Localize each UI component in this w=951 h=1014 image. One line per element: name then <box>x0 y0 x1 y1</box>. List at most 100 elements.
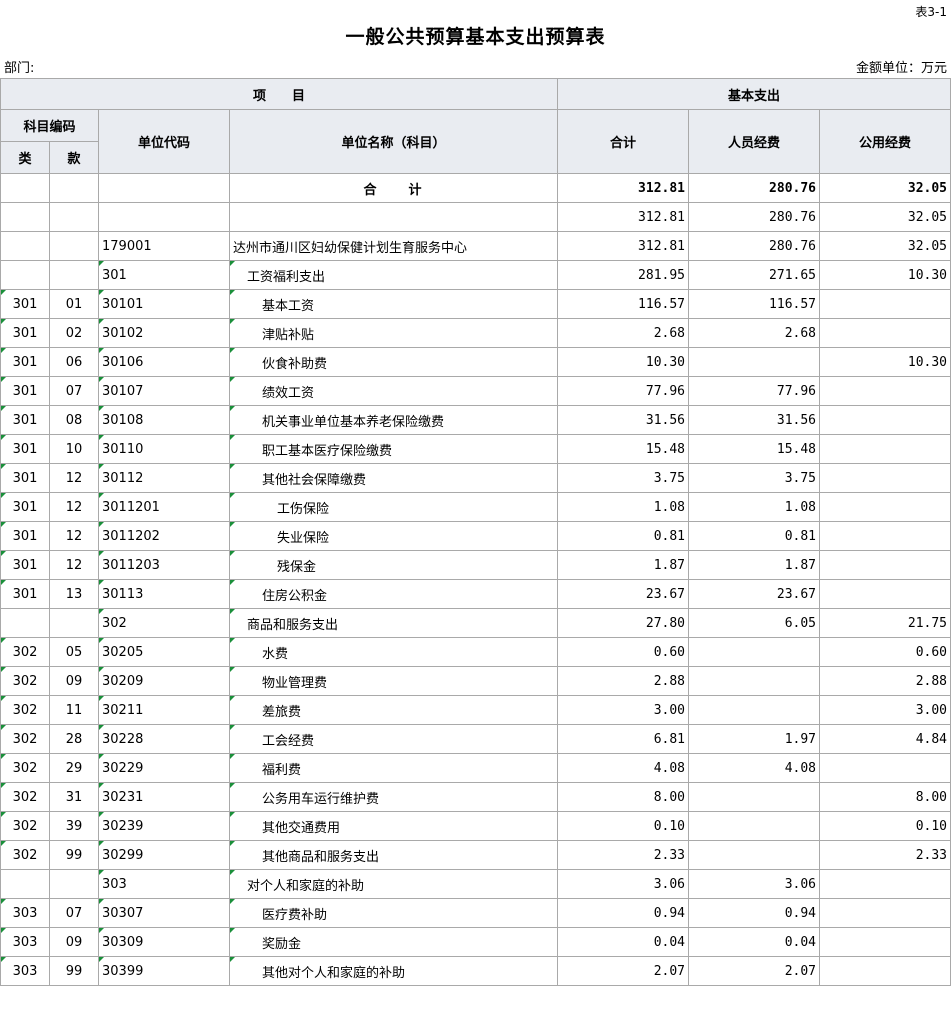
class-cell <box>0 231 50 261</box>
unit-name-cell <box>228 202 559 232</box>
total-cell: 312.81 <box>557 231 690 261</box>
table-row: 302 39 30239 其他交通费用 0.10 0.10 <box>0 811 951 841</box>
header-personnel: 人员经费 <box>688 109 821 174</box>
unit-name-cell: 工会经费 <box>228 724 559 754</box>
class-cell: 301 <box>0 550 50 580</box>
kind-cell <box>49 608 99 638</box>
header-total: 合计 <box>557 109 690 174</box>
public-cell: 0.10 <box>819 811 951 841</box>
total-cell: 2.07 <box>557 956 690 986</box>
kind-cell <box>49 260 99 290</box>
total-cell: 0.81 <box>557 521 690 551</box>
unit-name-cell: 差旅费 <box>228 695 559 725</box>
header-public: 公用经费 <box>819 109 951 174</box>
header-subject-code: 科目编码 <box>0 109 99 142</box>
unit-name-cell: 达州市通川区妇幼保健计划生育服务中心 <box>228 231 559 261</box>
public-cell <box>819 521 951 551</box>
class-cell: 302 <box>0 724 50 754</box>
total-cell: 31.56 <box>557 405 690 435</box>
kind-cell: 02 <box>49 318 99 348</box>
kind-cell: 39 <box>49 811 99 841</box>
public-cell <box>819 318 951 348</box>
kind-cell: 07 <box>49 898 99 928</box>
table-row: 301 12 30112 其他社会保障缴费 3.75 3.75 <box>0 463 951 493</box>
total-cell: 10.30 <box>557 347 690 377</box>
unit-code-cell: 30231 <box>98 782 230 812</box>
header-kind: 款 <box>49 141 99 174</box>
unit-name-cell: 伙食补助费 <box>228 347 559 377</box>
unit-name-cell: 职工基本医疗保险缴费 <box>228 434 559 464</box>
public-cell <box>819 898 951 928</box>
class-cell: 303 <box>0 927 50 957</box>
personnel-cell: 77.96 <box>688 376 821 406</box>
class-cell: 302 <box>0 637 50 667</box>
personnel-cell: 1.08 <box>688 492 821 522</box>
personnel-cell <box>688 840 821 870</box>
table-row: 301 06 30106 伙食补助费 10.30 10.30 <box>0 347 951 377</box>
personnel-cell: 23.67 <box>688 579 821 609</box>
class-cell: 303 <box>0 898 50 928</box>
personnel-cell <box>688 347 821 377</box>
unit-code-cell: 30108 <box>98 405 230 435</box>
total-cell: 23.67 <box>557 579 690 609</box>
kind-cell: 12 <box>49 463 99 493</box>
public-cell: 32.05 <box>819 202 951 232</box>
unit-code-cell: 30211 <box>98 695 230 725</box>
table-row: 301 01 30101 基本工资 116.57 116.57 <box>0 289 951 319</box>
unit-name-cell: 水费 <box>228 637 559 667</box>
total-cell: 116.57 <box>557 289 690 319</box>
total-cell: 2.88 <box>557 666 690 696</box>
public-cell <box>819 550 951 580</box>
kind-cell: 11 <box>49 695 99 725</box>
department-label: 部门: <box>4 61 35 76</box>
total-cell: 1.08 <box>557 492 690 522</box>
personnel-cell: 0.81 <box>688 521 821 551</box>
table-row: 179001 达州市通川区妇幼保健计划生育服务中心 312.81 280.76 32.0… <box>0 231 951 261</box>
unit-name-cell: 合 计 <box>228 173 559 203</box>
unit-code-cell: 179001 <box>98 231 230 261</box>
personnel-cell: 2.68 <box>688 318 821 348</box>
unit-name-cell: 基本工资 <box>228 289 559 319</box>
unit-code-cell: 30228 <box>98 724 230 754</box>
unit-code-cell: 30101 <box>98 289 230 319</box>
table-row: 302 28 30228 工会经费 6.81 1.97 4.84 <box>0 724 951 754</box>
public-cell: 8.00 <box>819 782 951 812</box>
total-cell: 2.68 <box>557 318 690 348</box>
class-cell: 301 <box>0 463 50 493</box>
header-basic-expense: 基本支出 <box>557 78 951 110</box>
unit-name-cell: 工伤保险 <box>228 492 559 522</box>
unit-code-cell: 30307 <box>98 898 230 928</box>
kind-cell: 31 <box>49 782 99 812</box>
unit-name-cell: 绩效工资 <box>228 376 559 406</box>
total-cell: 0.04 <box>557 927 690 957</box>
total-cell: 8.00 <box>557 782 690 812</box>
unit-code-cell: 301 <box>98 260 230 290</box>
unit-code-cell: 30113 <box>98 579 230 609</box>
total-cell: 3.00 <box>557 695 690 725</box>
kind-cell: 07 <box>49 376 99 406</box>
unit-name-cell: 工资福利支出 <box>228 260 559 290</box>
unit-name-cell: 其他社会保障缴费 <box>228 463 559 493</box>
personnel-cell <box>688 782 821 812</box>
unit-code-cell: 30309 <box>98 927 230 957</box>
amount-unit-label: 金额单位：万元 <box>855 61 947 76</box>
total-cell: 3.75 <box>557 463 690 493</box>
total-cell: 15.48 <box>557 434 690 464</box>
total-cell: 4.08 <box>557 753 690 783</box>
personnel-cell: 0.94 <box>688 898 821 928</box>
class-cell <box>0 869 50 899</box>
table-row: 301 08 30108 机关事业单位基本养老保险缴费 31.56 31.56 <box>0 405 951 435</box>
kind-cell <box>49 869 99 899</box>
table-row: 303 对个人和家庭的补助 3.06 3.06 <box>0 869 951 899</box>
table-number: 表3-1 <box>915 5 947 19</box>
table-row: 301 12 3011202 失业保险 0.81 0.81 <box>0 521 951 551</box>
unit-name-cell: 津贴补贴 <box>228 318 559 348</box>
table-row: 303 99 30399 其他对个人和家庭的补助 2.07 2.07 <box>0 956 951 986</box>
kind-cell: 01 <box>49 289 99 319</box>
table-row: 302 11 30211 差旅费 3.00 3.00 <box>0 695 951 725</box>
kind-cell: 09 <box>49 927 99 957</box>
personnel-cell: 280.76 <box>688 173 821 203</box>
class-cell: 301 <box>0 289 50 319</box>
personnel-cell: 31.56 <box>688 405 821 435</box>
unit-code-cell: 302 <box>98 608 230 638</box>
